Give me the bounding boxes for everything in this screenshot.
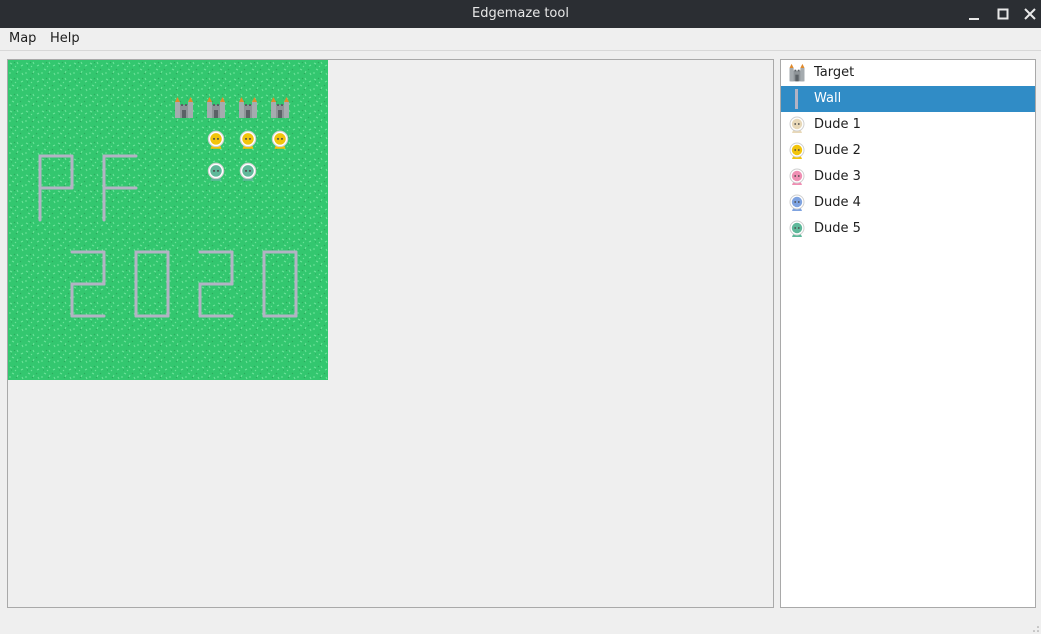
palette-item-label: Wall [814,91,842,106]
palette-item-dude-1[interactable]: Dude 1 [781,112,1035,138]
dude-icon [787,115,807,135]
dude-icon [787,141,807,161]
title-bar: Edgemaze tool [0,0,1041,28]
menu-map[interactable]: Map [8,28,37,50]
palette-item-target[interactable]: Target [781,60,1035,86]
maximize-icon [997,8,1009,20]
palette-item-label: Dude 2 [814,143,861,158]
palette-item-label: Dude 5 [814,221,861,236]
close-button[interactable] [1020,4,1040,24]
close-icon [1024,8,1036,20]
palette-item-dude-3[interactable]: Dude 3 [781,164,1035,190]
palette-list[interactable]: Target Wall Dude 1 Dude 2 Dude 3 Dude 4 Dude 5 [780,59,1036,608]
minimize-icon [969,18,979,20]
menu-bar: Map Help [0,28,1041,51]
palette-item-dude-2[interactable]: Dude 2 [781,138,1035,164]
dude-icon [787,167,807,187]
palette-item-wall[interactable]: Wall [781,86,1035,112]
map-grid[interactable] [8,60,328,380]
dude-icon [787,193,807,213]
palette-item-dude-5[interactable]: Dude 5 [781,216,1035,242]
resize-grip-icon[interactable] [1033,626,1039,632]
map-canvas-panel[interactable] [7,59,774,608]
palette-item-label: Dude 3 [814,169,861,184]
window-title: Edgemaze tool [472,6,569,21]
wall-icon [787,89,807,109]
minimize-button[interactable] [964,4,984,24]
menu-help[interactable]: Help [49,28,81,50]
dude-icon [787,219,807,239]
palette-item-dude-4[interactable]: Dude 4 [781,190,1035,216]
palette-item-label: Target [814,65,855,80]
palette-item-label: Dude 4 [814,195,861,210]
castle-icon [787,63,807,83]
maximize-button[interactable] [993,4,1013,24]
palette-item-label: Dude 1 [814,117,861,132]
